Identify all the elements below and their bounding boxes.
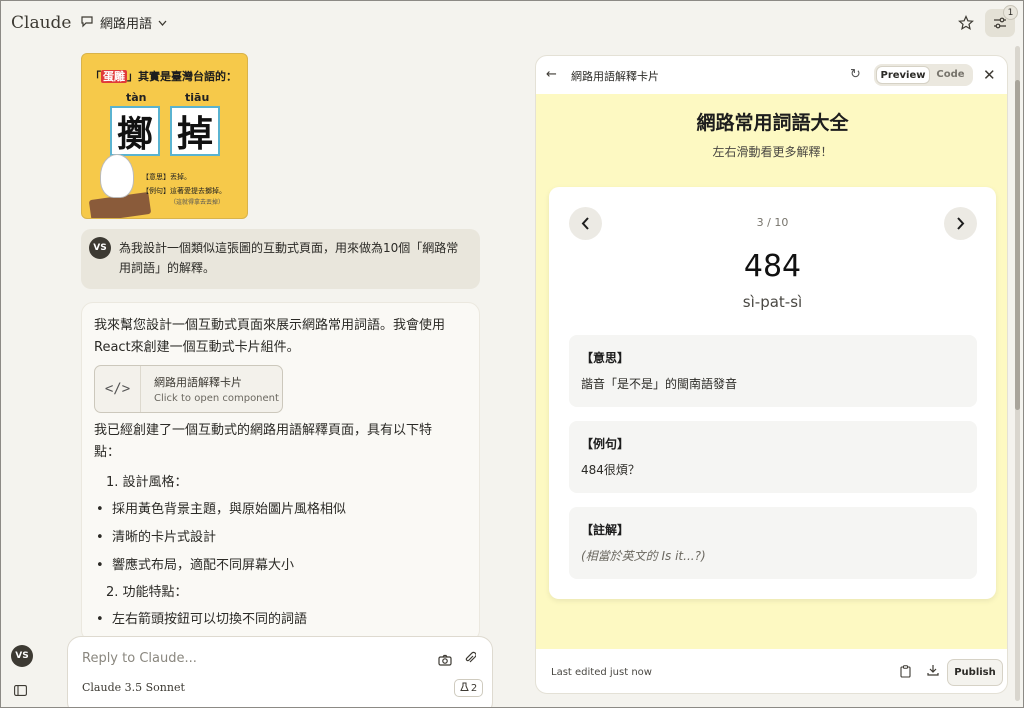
example-section: 【例句】 484很煩？ <box>569 421 977 493</box>
user-message: VS 為我設計一個類似這張圖的互動式頁面，用來做為10個「網路常用詞語」的解釋。 <box>81 229 480 289</box>
conversation-title-button[interactable]: 網路用語 <box>80 13 167 32</box>
image-pinyin-left: tàn <box>126 91 147 104</box>
example-label: 【例句】 <box>581 437 630 451</box>
list-item: 2. 功能特點： <box>106 585 188 600</box>
image-headline-rest: 」其實是臺灣台語的： <box>127 70 237 83</box>
list-item: • 左右箭頭按鈕可以切換不同的詞語 <box>96 612 307 627</box>
sidebar-toggle-icon[interactable] <box>14 681 27 700</box>
example-value: 484很煩？ <box>581 463 640 477</box>
sliders-icon <box>994 17 1006 29</box>
term-card: 3 / 10 484 sì-pat-sì 【意思】 諧音「是不是」的閩南語發音 … <box>549 187 996 599</box>
account-avatar[interactable]: VS <box>11 645 33 667</box>
artifact-preview: 網路常用詞語大全 左右滑動看更多解釋！ 3 / 10 484 sì-pat-sì… <box>536 94 1007 649</box>
meaning-section: 【意思】 諧音「是不是」的閩南語發音 <box>569 335 977 407</box>
chevron-right-icon <box>957 217 965 230</box>
tab-preview[interactable]: Preview <box>876 66 930 84</box>
image-char-left: 擲 <box>110 106 160 156</box>
artifact-panel-header: ← 網路用語解釋卡片 ↻ Preview Code ✕ <box>536 56 1007 94</box>
next-button[interactable] <box>944 207 977 240</box>
image-example: 【例句】這著愛提去擲掉。 <box>142 187 226 195</box>
image-headline-prefix: 「 <box>90 70 101 83</box>
model-selector[interactable]: Claude 3.5 Sonnet <box>82 681 185 694</box>
assistant-intro: 我來幫您設計一個互動式頁面來展示網路常用詞語。我會使用React來創建一個互動式… <box>94 318 446 355</box>
assistant-message: 我來幫您設計一個互動式頁面來展示網路常用詞語。我會使用React來創建一個互動式… <box>81 302 480 642</box>
term-pronunciation: sì-pat-sì <box>742 293 803 311</box>
conversation-title: 網路用語 <box>100 17 153 32</box>
meaning-label: 【意思】 <box>581 351 630 365</box>
image-headline-highlight: 蛋雕 <box>101 70 127 83</box>
last-edited-status: Last edited just now <box>551 667 652 678</box>
user-message-text: 為我設計一個類似這張圖的互動式頁面，用來做為10個「網路常用詞語」的解釋。 <box>119 241 459 275</box>
view-toggle: Preview Code <box>874 64 973 86</box>
chevron-down-icon <box>158 15 167 30</box>
list-item: 1. 設計風格： <box>106 475 188 490</box>
download-icon[interactable] <box>927 664 939 679</box>
refresh-icon[interactable]: ↻ <box>850 67 861 82</box>
list-item-text: 清晰的卡片式設計 <box>111 530 216 545</box>
paperclip-icon[interactable] <box>464 650 477 669</box>
camera-icon[interactable] <box>438 651 452 670</box>
flask-icon <box>460 682 469 695</box>
meaning-value: 諧音「是不是」的閩南語發音 <box>581 377 738 391</box>
list-item: • 響應式布局，適配不同屏幕大小 <box>96 558 294 573</box>
list-item-text: 左右箭頭按鈕可以切換不同的詞語 <box>111 612 307 627</box>
artifact-card-subtitle: Click to open component <box>154 393 279 404</box>
tab-code[interactable]: Code <box>930 66 971 84</box>
list-item: • 清晰的卡片式設計 <box>96 530 216 545</box>
claude-logo[interactable]: Claude <box>11 13 71 33</box>
back-arrow-icon[interactable]: ← <box>546 67 557 82</box>
reply-composer: Reply to Claude... Claude 3.5 Sonnet 2 <box>67 636 493 708</box>
scrollbar-thumb[interactable] <box>1015 80 1020 410</box>
artifact-card[interactable]: </> 網路用語解釋卡片 Click to open component <box>94 365 283 413</box>
note-section: 【註解】 (相當於英文的 Is it...?) <box>569 507 977 579</box>
image-pinyin-right: tiāu <box>185 91 210 104</box>
uploaded-image[interactable]: 「蛋雕 」其實是臺灣台語的： tàn tiāu 擲 掉 【意思】丟掉。 【例句】這… <box>81 53 248 219</box>
bunny-illustration <box>100 154 134 198</box>
star-button[interactable] <box>955 12 977 34</box>
user-avatar: VS <box>89 237 111 259</box>
settings-button[interactable]: 1 <box>985 5 1018 37</box>
reply-input[interactable]: Reply to Claude... <box>82 651 197 666</box>
chat-bubble-icon <box>80 14 94 32</box>
attachments-count: 2 <box>470 682 478 694</box>
clipboard-icon[interactable] <box>900 665 911 681</box>
close-icon[interactable]: ✕ <box>983 66 996 84</box>
top-bar: Claude 網路用語 1 <box>0 0 1024 46</box>
note-value: (相當於英文的 Is it...?) <box>581 549 706 563</box>
star-icon <box>958 15 974 31</box>
image-headline: 「蛋雕 」其實是臺灣台語的： <box>90 68 237 84</box>
project-knowledge-button[interactable]: 2 <box>454 679 483 697</box>
artifact-panel-title: 網路用語解釋卡片 <box>571 70 659 83</box>
card-counter: 3 / 10 <box>756 216 789 229</box>
list-item: • 採用黃色背景主題，與原始圖片風格相似 <box>96 502 346 517</box>
preview-title: 網路常用詞語大全 <box>696 112 849 134</box>
code-icon: </> <box>95 366 141 412</box>
image-meaning: 【意思】丟掉。 <box>142 173 191 181</box>
artifact-panel: ← 網路用語解釋卡片 ↻ Preview Code ✕ 網路常用詞語大全 左右滑… <box>535 55 1008 694</box>
assistant-summary: 我已經創建了一個互動式的網路用語解釋頁面，具有以下特點： <box>94 423 433 460</box>
preview-subtitle: 左右滑動看更多解釋！ <box>712 145 833 159</box>
list-item-text: 響應式布局，適配不同屏幕大小 <box>111 558 294 573</box>
note-label: 【註解】 <box>581 523 630 537</box>
publish-button[interactable]: Publish <box>947 659 1003 686</box>
settings-badge: 1 <box>1003 5 1018 20</box>
artifact-card-title: 網路用語解釋卡片 <box>154 376 242 389</box>
image-char-right: 掉 <box>170 106 220 156</box>
artifact-footer: Last edited just now Publish <box>536 653 1007 693</box>
list-item-text: 採用黃色背景主題，與原始圖片風格相似 <box>111 502 346 517</box>
image-example-note: （這就得拿去丟掉） <box>170 199 225 206</box>
term-word: 484 <box>743 249 802 284</box>
